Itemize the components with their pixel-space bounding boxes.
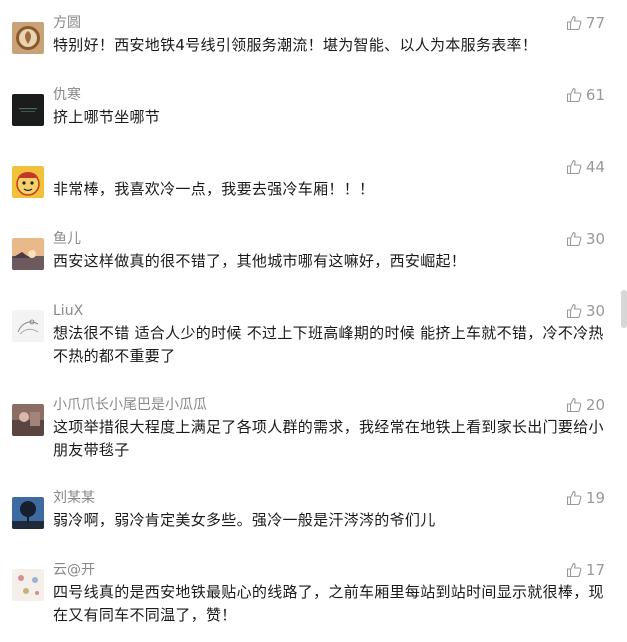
comment-nickname[interactable]: 刘某某 <box>53 489 95 507</box>
comment-text: 弱冷啊，弱冷肯定美女多些。强冷一般是汗涔涔的爷们儿 <box>53 511 436 529</box>
comment-text: 西安这样做真的很不错了，其他城市哪有这嘛好，西安崛起！ <box>53 252 467 270</box>
thumbs-up-icon <box>566 397 582 413</box>
comment-nickname[interactable]: 小爪爪长小尾巴是小瓜瓜 <box>53 396 207 414</box>
thumbs-up-icon <box>566 231 582 247</box>
thumbs-up-icon <box>566 490 582 506</box>
like-count: 19 <box>585 489 605 507</box>
comment-text: 这项举措很大程度上满足了各项人群的需求，我经常在地铁上看到家长出门要给小朋友带毯… <box>53 418 604 459</box>
sketch-avatar-icon[interactable] <box>12 310 44 342</box>
thumbs-up-icon <box>566 15 582 31</box>
thumbs-up-icon <box>566 159 582 175</box>
sunset-avatar-icon[interactable] <box>12 238 44 270</box>
thumbs-up-icon <box>566 303 582 319</box>
comment-text: 特别好！西安地铁4号线引领服务潮流！堪为智能、以人为本服务表率！ <box>53 36 538 54</box>
comment-text: 想法很不错 适合人少的时候 不过上下班高峰期的时候 能挤上车就不错，冷不冷热不热… <box>53 324 604 365</box>
comment-nickname[interactable]: 鱼儿 <box>53 230 81 248</box>
like-button[interactable]: 61 <box>566 85 605 105</box>
like-count: 61 <box>585 86 605 104</box>
thumbs-up-icon <box>566 562 582 578</box>
comment-text: 四号线真的是西安地铁最贴心的线路了，之前车厢里每站到站时间显示就很棒，现在又有同… <box>53 583 604 624</box>
scrollbar[interactable] <box>621 290 627 328</box>
coffee-latte-avatar-icon[interactable] <box>12 22 44 54</box>
comment-nickname[interactable]: 方圆 <box>53 14 81 32</box>
like-button[interactable]: 77 <box>566 13 605 33</box>
cartoon-face-avatar-icon[interactable] <box>12 166 44 198</box>
like-count: 17 <box>585 561 605 579</box>
comment-nickname[interactable]: LiuX <box>53 302 83 320</box>
thumbs-up-icon <box>566 87 582 103</box>
comment-feed: 方圆 77 特别好！西安地铁4号线引领服务潮流！堪为智能、以人为本服务表率！ 仇… <box>0 0 627 642</box>
like-button[interactable]: 30 <box>566 301 605 321</box>
like-button[interactable]: 30 <box>566 229 605 249</box>
like-count: 77 <box>585 14 605 32</box>
like-button[interactable]: 44 <box>566 157 605 177</box>
like-button[interactable]: 17 <box>566 560 605 580</box>
photo-avatar-icon[interactable] <box>12 404 44 436</box>
comment-nickname[interactable]: 云@开 <box>53 561 95 579</box>
pattern-avatar-icon[interactable] <box>12 569 44 601</box>
like-count: 44 <box>585 158 605 176</box>
comment-nickname[interactable]: 仇寒 <box>53 86 81 104</box>
like-button[interactable]: 20 <box>566 395 605 415</box>
like-count: 20 <box>585 396 605 414</box>
dark-logo-avatar-icon[interactable] <box>12 94 44 126</box>
like-count: 30 <box>585 230 605 248</box>
comment-text: 非常棒，我喜欢冷一点，我要去强冷车厢！！！ <box>53 180 375 198</box>
tree-silhouette-avatar-icon[interactable] <box>12 497 44 529</box>
comment-text: 挤上哪节坐哪节 <box>53 108 161 126</box>
like-button[interactable]: 19 <box>566 488 605 508</box>
like-count: 30 <box>585 302 605 320</box>
